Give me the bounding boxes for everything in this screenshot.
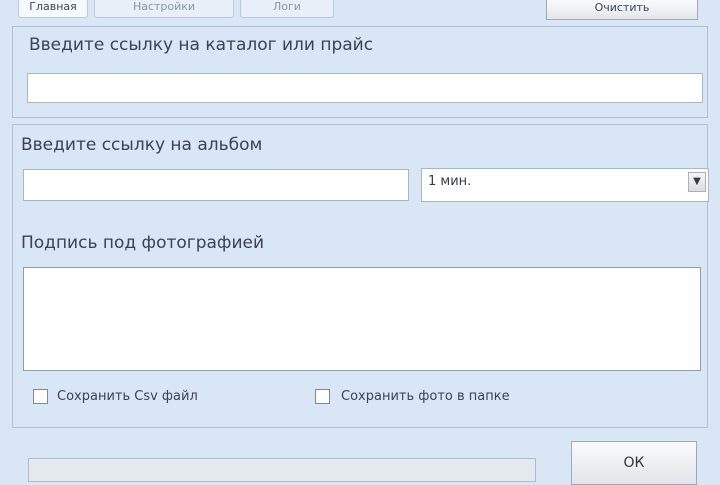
tab-main[interactable]: Главная bbox=[18, 0, 88, 18]
album-link-input[interactable] bbox=[23, 169, 409, 201]
catalog-panel: Введите ссылку на каталог или прайс bbox=[12, 26, 708, 118]
caption-label: Подпись под фотографией bbox=[21, 233, 265, 253]
album-label: Введите ссылку на альбом bbox=[21, 135, 263, 155]
chevron-down-icon[interactable]: ▼ bbox=[688, 172, 706, 192]
save-csv-label: Сохранить Csv файл bbox=[57, 389, 198, 404]
catalog-input[interactable] bbox=[27, 73, 703, 103]
clear-button[interactable]: Очистить bbox=[546, 0, 698, 20]
catalog-label: Введите ссылку на каталог или прайс bbox=[29, 35, 374, 55]
save-photos-label: Сохранить фото в папке bbox=[341, 389, 510, 404]
caption-textarea[interactable] bbox=[23, 267, 701, 371]
tab-logs[interactable]: Логи bbox=[240, 0, 334, 18]
tab-settings[interactable]: Настройки bbox=[94, 0, 234, 18]
interval-select-value: 1 мин. bbox=[428, 174, 472, 189]
save-csv-checkbox[interactable] bbox=[33, 389, 48, 404]
album-panel: Введите ссылку на альбом 1 мин. ▼ Подпис… bbox=[12, 124, 709, 428]
interval-select[interactable]: 1 мин. ▼ bbox=[421, 168, 709, 202]
save-photos-checkbox[interactable] bbox=[315, 389, 330, 404]
progress-bar bbox=[28, 458, 536, 482]
ok-button[interactable]: ОК bbox=[571, 441, 697, 485]
